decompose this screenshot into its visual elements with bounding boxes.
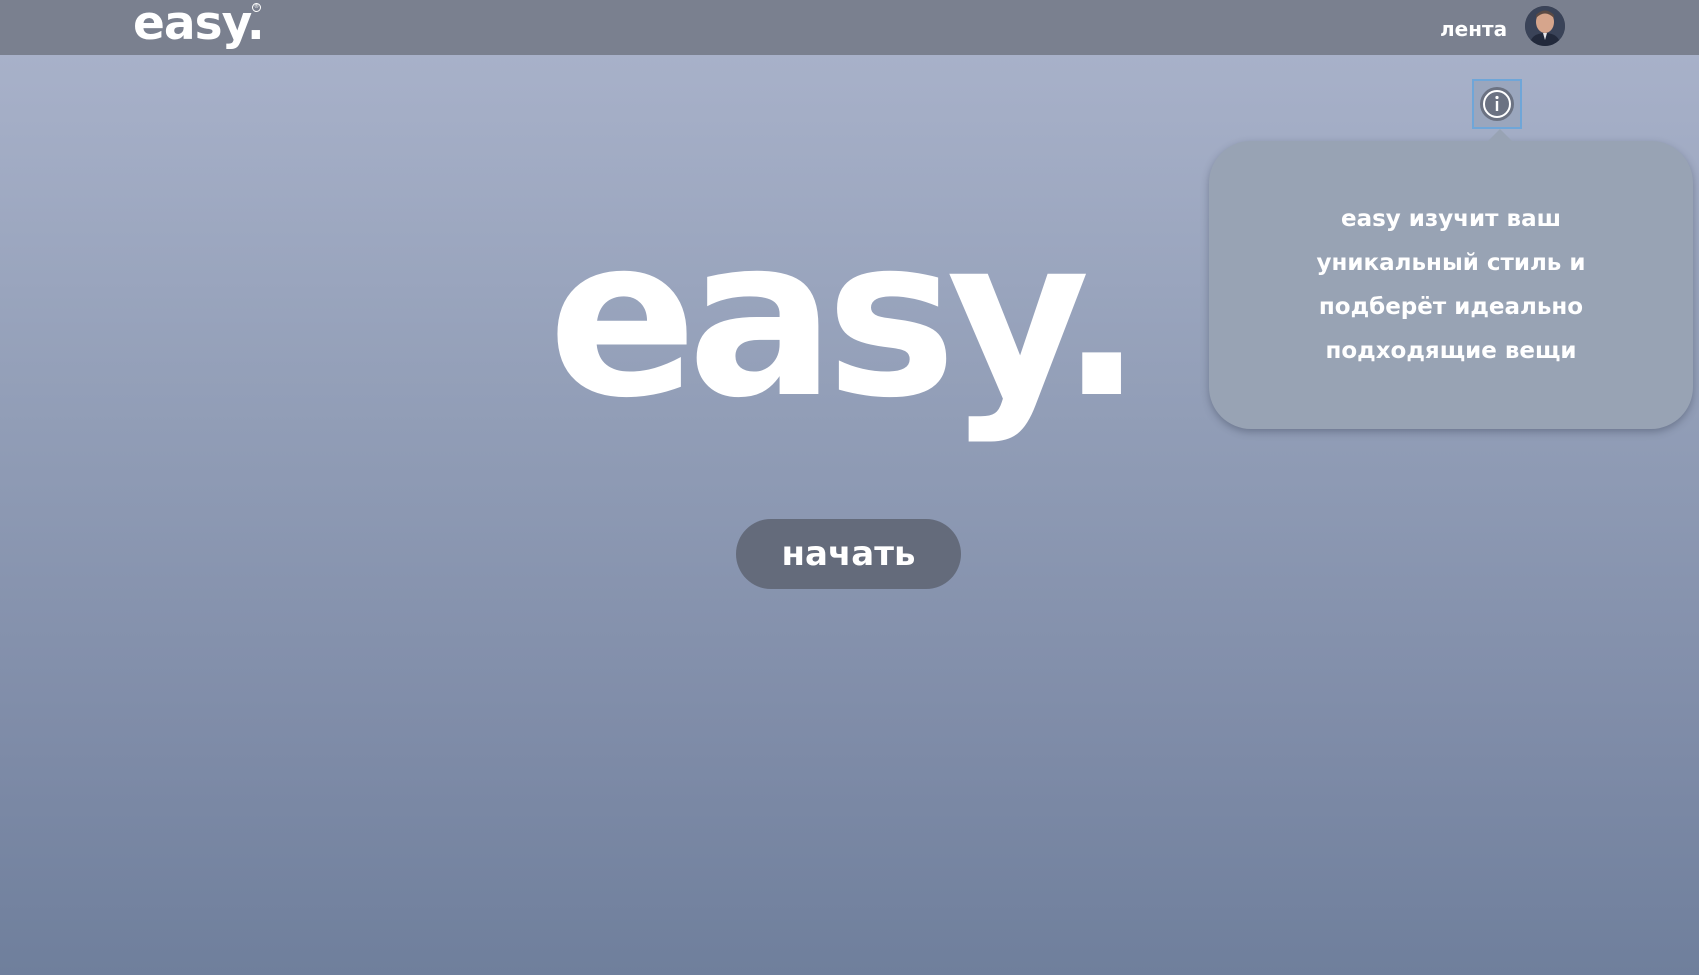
info-tooltip: easy изучит ваш уникальный стиль и подбе…	[1209, 129, 1693, 429]
nav-feed-link[interactable]: лента	[1440, 16, 1507, 42]
user-avatar[interactable]	[1525, 6, 1565, 46]
start-button[interactable]: начать	[736, 519, 961, 589]
hero-logo: easy.	[548, 190, 1143, 446]
header-logo[interactable]: easy.	[133, 0, 265, 54]
registered-mark: ®	[252, 3, 261, 12]
tooltip-text: easy изучит ваш уникальный стиль и подбе…	[1316, 206, 1586, 364]
info-icon	[1480, 87, 1514, 121]
top-navigation-bar: easy. ® лента	[0, 0, 1699, 55]
info-button[interactable]	[1472, 79, 1522, 129]
avatar-image	[1525, 6, 1565, 46]
